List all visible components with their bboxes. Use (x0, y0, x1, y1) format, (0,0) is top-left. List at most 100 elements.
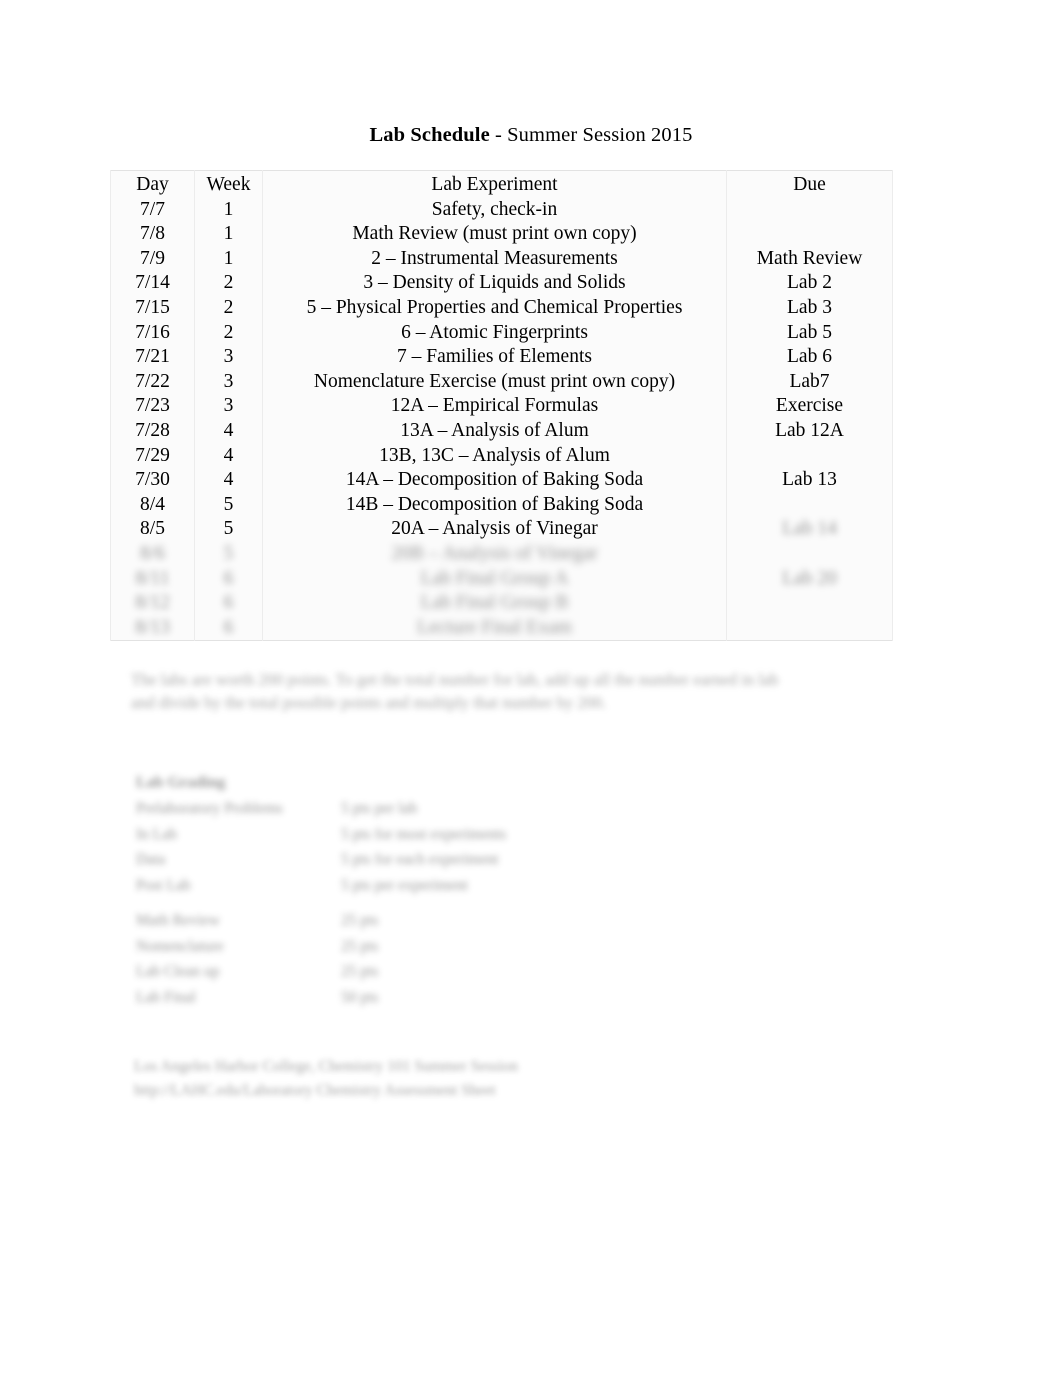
lab-schedule-table-container: Day Week Lab Experiment Due 7/7 1 Safety, chec… (110, 170, 893, 642)
cell-week: 6 (194, 591, 263, 616)
grading-item-value: 5 pts for most experiments (341, 825, 507, 843)
table-row: 8/5 5 20A – Analysis of Vinegar Lab 14 (110, 517, 893, 542)
table-row: 7/9 1 2 – Instrumental Measurements Math Re… (110, 246, 893, 272)
cell-day: 8/12 (110, 591, 195, 616)
cell-experiment: 6 – Atomic Fingerprints (262, 320, 727, 346)
grading-item-label (136, 898, 341, 908)
cell-day: 8/5 (110, 517, 195, 542)
cell-due: Lab 3 (726, 295, 893, 321)
grading-row: In Lab 5 pts for most experiments (136, 822, 596, 848)
grading-item-value: 5 pts for each experiment (341, 851, 499, 868)
cell-due: Lab 12A (726, 418, 893, 444)
cell-day: 7/23 (110, 394, 195, 419)
cell-due: Lab 14 (726, 517, 893, 542)
cell-day: 7/8 (110, 222, 195, 247)
column-header-due: Due (726, 170, 893, 198)
grading-row: Math Review 25 pts (136, 908, 596, 934)
cell-day: 8/4 (110, 492, 195, 518)
cell-week: 1 (194, 222, 263, 247)
cell-week: 5 (194, 541, 263, 567)
document-page: Lab Schedule - Summer Session 2015 Day We… (0, 0, 1062, 1377)
cell-week: 6 (194, 566, 263, 592)
lab-schedule-table: Day Week Lab Experiment Due 7/7 1 Safety, chec… (110, 170, 893, 642)
document-footer: Los Angeles Harbor College, Chemistry 10… (134, 1055, 694, 1103)
cell-day: 7/14 (110, 271, 195, 296)
grading-item-value: 5 pts per experiment (341, 876, 468, 894)
cell-experiment: Math Review (must print own copy) (262, 222, 727, 247)
cell-experiment: 2 – Instrumental Measurements (262, 246, 727, 272)
table-row: 7/28 4 13A – Analysis of Alum Lab 12A (110, 418, 893, 444)
cell-due: Lab 2 (726, 271, 893, 296)
cell-week: 3 (194, 345, 263, 370)
cell-experiment: 14A – Decomposition of Baking Soda (262, 468, 727, 493)
table-row: 8/13 6 Lecture Final Exam (110, 615, 893, 641)
cell-experiment: Safety, check-in (262, 197, 727, 223)
cell-experiment: 14B – Decomposition of Baking Soda (262, 492, 727, 518)
page-title-separator: - (489, 124, 508, 146)
cell-due (726, 541, 893, 567)
cell-day: 7/28 (110, 418, 195, 444)
cell-week: 1 (194, 197, 263, 223)
cell-due (726, 615, 893, 641)
grading-item-label: Nomenclature (136, 937, 224, 955)
page-title: Lab Schedule - Summer Session 2015 (0, 122, 1062, 148)
table-row: 8/11 6 Lab Final Group A Lab 20 (110, 566, 893, 592)
lab-grading-block: Lab Grading Prelaboratory Problems 5 pts … (136, 772, 596, 1010)
cell-due: Lab7 (726, 369, 893, 395)
cell-due (726, 443, 893, 469)
grading-item-value: 50 pts (341, 988, 379, 1006)
cell-week: 4 (194, 468, 263, 493)
grading-item-label: Lab Final (136, 988, 196, 1006)
table-row: 7/22 3 Nomenclature Exercise (must print o… (110, 369, 893, 395)
table-row: 7/7 1 Safety, check-in (110, 197, 893, 223)
grading-row: Nomenclature 25 pts (136, 934, 596, 960)
grading-row: Lab Clean up 25 pts (136, 959, 596, 985)
cell-due: Math Review (726, 246, 893, 272)
cell-due: Lab 6 (726, 345, 893, 370)
column-header-day: Day (110, 170, 195, 198)
grading-row: Data 5 pts for each experiment (136, 847, 596, 873)
cell-week: 5 (194, 492, 263, 518)
column-header-week: Week (194, 170, 263, 198)
cell-experiment: Lab Final Group B (262, 591, 727, 616)
grading-item-label: Math Review (136, 912, 220, 929)
cell-day: 8/11 (110, 566, 195, 592)
cell-day: 7/21 (110, 345, 195, 370)
footer-line-1: Los Angeles Harbor College, Chemistry 10… (134, 1058, 519, 1075)
cell-experiment: Nomenclature Exercise (must print own co… (262, 369, 727, 395)
cell-week: 3 (194, 369, 263, 395)
cell-week: 2 (194, 271, 263, 296)
page-title-rest: Summer Session 2015 (507, 124, 693, 146)
cell-due (726, 197, 893, 223)
grading-row (136, 898, 596, 908)
lab-grading-table: Prelaboratory Problems 5 pts per lab In La… (136, 796, 596, 1010)
cell-experiment: 20A – Analysis of Vinegar (262, 517, 727, 542)
cell-experiment: 20B – Analysis of Vinegar (262, 541, 727, 567)
cell-week: 2 (194, 320, 263, 346)
table-row: 7/23 3 12A – Empirical Formulas Exercise (110, 394, 893, 419)
cell-week: 3 (194, 394, 263, 419)
cell-experiment: 3 – Density of Liquids and Solids (262, 271, 727, 296)
column-header-exp: Lab Experiment (262, 170, 727, 198)
cell-week: 1 (194, 246, 263, 272)
cell-due: Lab 13 (726, 468, 893, 493)
grading-item-label: Post Lab (136, 876, 191, 894)
table-row: 7/30 4 14A – Decomposition of Baking Soda L… (110, 468, 893, 493)
cell-week: 4 (194, 418, 263, 444)
page-title-strong: Lab Schedule (369, 124, 490, 146)
grading-row: Prelaboratory Problems 5 pts per lab (136, 796, 596, 822)
cell-experiment: 12A – Empirical Formulas (262, 394, 727, 419)
grading-item-value: 25 pts (341, 912, 379, 929)
table-row: 7/14 2 3 – Density of Liquids and Solids La… (110, 271, 893, 296)
grading-item-value: 25 pts (341, 963, 379, 980)
cell-experiment: 13B, 13C – Analysis of Alum (262, 443, 727, 469)
table-row: 8/6 5 20B – Analysis of Vinegar (110, 541, 893, 567)
cell-due (726, 591, 893, 616)
grading-item-label: Data (136, 851, 166, 868)
table-row: 7/29 4 13B, 13C – Analysis of Alum (110, 443, 893, 469)
grading-item-value (341, 898, 596, 908)
grading-explanation-line-1: The labs are worth 200 points. To get th… (131, 670, 779, 689)
cell-due (726, 492, 893, 518)
cell-week: 5 (194, 517, 263, 542)
table-header-row: Day Week Lab Experiment Due (110, 170, 893, 198)
